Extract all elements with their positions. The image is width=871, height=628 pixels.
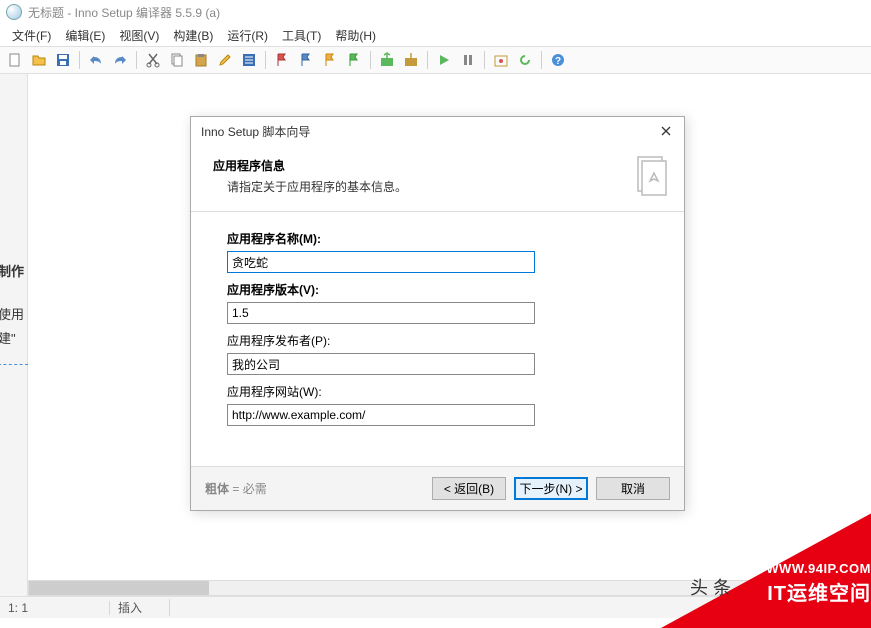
window-title: 无标题 - Inno Setup 编译器 5.5.9 (a) xyxy=(28,4,220,21)
wizard-dialog: Inno Setup 脚本向导 应用程序信息 请指定关于应用程序的基本信息。 应… xyxy=(190,116,685,511)
statusbar: 1: 1 插入 xyxy=(0,596,871,618)
new-icon[interactable] xyxy=(4,49,26,71)
status-position: 1: 1 xyxy=(0,601,110,615)
app-publisher-label: 应用程序发布者(P): xyxy=(227,332,648,349)
select-all-icon[interactable] xyxy=(238,49,260,71)
app-website-label: 应用程序网站(W): xyxy=(227,383,648,400)
run-icon[interactable] xyxy=(433,49,455,71)
app-version-label: 应用程序版本(V): xyxy=(227,281,648,298)
copy-icon[interactable] xyxy=(166,49,188,71)
menu-run[interactable]: 运行(R) xyxy=(221,25,274,46)
undo-icon[interactable] xyxy=(85,49,107,71)
next-button[interactable]: 下一步(N) > xyxy=(514,477,588,500)
app-version-input[interactable] xyxy=(227,302,535,324)
cut-icon[interactable] xyxy=(142,49,164,71)
edit-icon[interactable] xyxy=(214,49,236,71)
back-button[interactable]: < 返回(B) xyxy=(432,477,506,500)
dialog-body: 应用程序名称(M): 应用程序版本(V): 应用程序发布者(P): 应用程序网站… xyxy=(191,212,684,466)
paste-icon[interactable] xyxy=(190,49,212,71)
pause-icon[interactable] xyxy=(457,49,479,71)
flag-green-icon[interactable] xyxy=(343,49,365,71)
refresh-icon[interactable] xyxy=(514,49,536,71)
background-text: 制作 使用 建" xyxy=(0,260,28,365)
open-icon[interactable] xyxy=(28,49,50,71)
status-mode: 插入 xyxy=(110,599,170,616)
flag-orange-icon[interactable] xyxy=(319,49,341,71)
app-publisher-input[interactable] xyxy=(227,353,535,375)
menu-help[interactable]: 帮助(H) xyxy=(329,25,382,46)
horizontal-scrollbar[interactable] xyxy=(28,580,871,596)
toolbar: ? xyxy=(0,46,871,74)
help-icon[interactable]: ? xyxy=(547,49,569,71)
close-button[interactable] xyxy=(654,121,678,141)
menu-tools[interactable]: 工具(T) xyxy=(276,25,327,46)
header-subtitle: 请指定关于应用程序的基本信息。 xyxy=(213,178,407,195)
document-icon xyxy=(632,153,670,199)
dialog-titlebar: Inno Setup 脚本向导 xyxy=(191,117,684,145)
menubar: 文件(F) 编辑(E) 视图(V) 构建(B) 运行(R) 工具(T) 帮助(H… xyxy=(0,24,871,46)
menu-view[interactable]: 视图(V) xyxy=(113,25,165,46)
svg-text:?: ? xyxy=(555,56,561,67)
menu-build[interactable]: 构建(B) xyxy=(167,25,219,46)
dialog-title: Inno Setup 脚本向导 xyxy=(201,123,310,140)
compile-icon[interactable] xyxy=(376,49,398,71)
redo-icon[interactable] xyxy=(109,49,131,71)
compile2-icon[interactable] xyxy=(400,49,422,71)
flag-red-icon[interactable] xyxy=(271,49,293,71)
dialog-footer: 粗体 = 必需 < 返回(B) 下一步(N) > 取消 xyxy=(191,466,684,510)
app-name-label: 应用程序名称(M): xyxy=(227,230,648,247)
app-icon xyxy=(6,4,22,20)
header-title: 应用程序信息 xyxy=(213,157,407,174)
dialog-header: 应用程序信息 请指定关于应用程序的基本信息。 xyxy=(191,145,684,212)
required-note: 粗体 = 必需 xyxy=(205,480,267,497)
flag-blue-icon[interactable] xyxy=(295,49,317,71)
cancel-button[interactable]: 取消 xyxy=(596,477,670,500)
app-name-input[interactable] xyxy=(227,251,535,273)
scrollbar-thumb[interactable] xyxy=(29,581,209,595)
save-icon[interactable] xyxy=(52,49,74,71)
menu-file[interactable]: 文件(F) xyxy=(6,25,57,46)
menu-edit[interactable]: 编辑(E) xyxy=(59,25,111,46)
titlebar: 无标题 - Inno Setup 编译器 5.5.9 (a) xyxy=(0,0,871,24)
app-website-input[interactable] xyxy=(227,404,535,426)
target-icon[interactable] xyxy=(490,49,512,71)
